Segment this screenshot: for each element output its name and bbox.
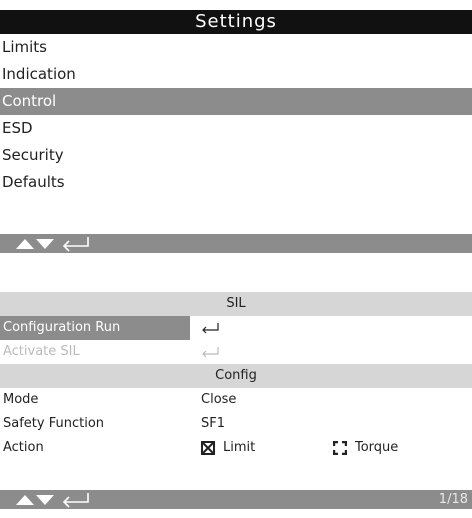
configuration-run-enter[interactable]	[201, 316, 221, 340]
enter-icon	[202, 347, 219, 358]
sil-panel: SIL Configuration Run Activate SIL Confi…	[0, 292, 472, 509]
configuration-run-row[interactable]: Configuration Run	[0, 316, 472, 340]
activate-sil-row: Activate SIL	[0, 340, 472, 364]
menu-item-security[interactable]: Security	[0, 142, 472, 169]
menu-item-limits[interactable]: Limits	[0, 34, 472, 61]
menu-item-defaults[interactable]: Defaults	[0, 169, 472, 196]
settings-title: Settings	[0, 10, 472, 34]
mode-label: Mode	[3, 392, 39, 407]
enter-icon[interactable]	[62, 237, 89, 252]
unchecked-checkbox-icon[interactable]	[333, 441, 347, 455]
menu-item-indication[interactable]: Indication	[0, 61, 472, 88]
page-counter: 1/18	[438, 492, 468, 507]
up-arrow-icon[interactable]	[16, 239, 34, 249]
mode-value[interactable]: Close	[201, 388, 236, 412]
enter-icon	[202, 323, 219, 334]
checked-checkbox-icon[interactable]	[201, 441, 215, 455]
activate-sil-enter	[201, 340, 221, 364]
menu-item-esd[interactable]: ESD	[0, 115, 472, 142]
action-label: Action	[3, 440, 44, 455]
configuration-run-label: Configuration Run	[0, 316, 190, 340]
activate-sil-label: Activate SIL	[3, 344, 80, 359]
safety-function-row[interactable]: Safety Function SF1	[0, 412, 472, 436]
navigation-icons	[16, 491, 96, 508]
down-arrow-icon[interactable]	[36, 239, 54, 249]
config-section-header: Config	[0, 364, 472, 388]
sil-footer: 1/18	[0, 490, 472, 509]
torque-option-label: Torque	[355, 440, 399, 455]
up-arrow-icon[interactable]	[16, 495, 34, 505]
safety-function-value[interactable]: SF1	[201, 412, 225, 436]
safety-function-label: Safety Function	[3, 416, 105, 431]
enter-icon[interactable]	[62, 493, 89, 508]
sil-title: SIL	[0, 292, 472, 316]
menu-item-control[interactable]: Control	[0, 88, 472, 115]
navigation-icons	[16, 235, 96, 252]
limit-option-label: Limit	[223, 440, 256, 455]
mode-row[interactable]: Mode Close	[0, 388, 472, 412]
down-arrow-icon[interactable]	[36, 495, 54, 505]
settings-menu: Limits Indication Control ESD Security D…	[0, 34, 472, 196]
settings-panel: Settings Limits Indication Control ESD S…	[0, 10, 472, 253]
settings-footer	[0, 234, 472, 253]
action-row: Action Limit Torque	[0, 436, 472, 460]
